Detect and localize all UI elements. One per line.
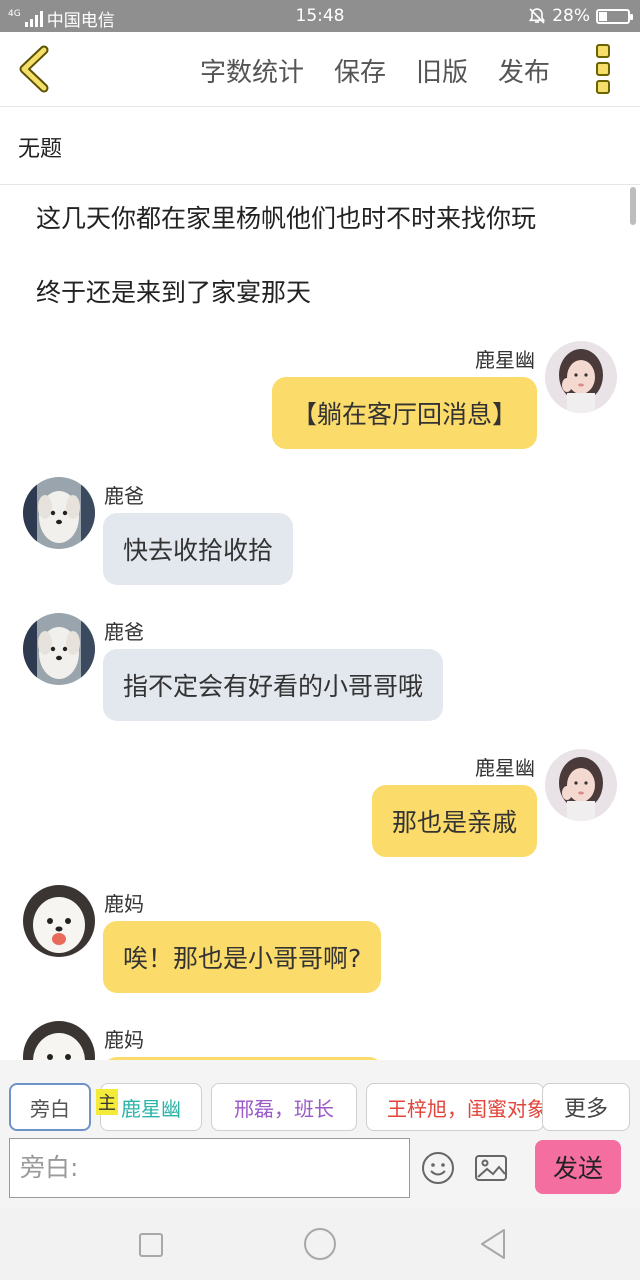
avatar-girl[interactable] — [545, 341, 617, 413]
bell-muted-icon — [529, 8, 546, 24]
avatar-dog-mother[interactable] — [23, 885, 95, 957]
story-title: 无题 — [18, 137, 63, 162]
status-bar: 4G 中国电信 15:48 28% — [0, 0, 640, 32]
avatar-dog-father[interactable] — [23, 477, 95, 549]
message-bubble[interactable]: 指不定会有好看的小哥哥哦 — [103, 649, 444, 721]
circle-icon[interactable] — [303, 1227, 337, 1265]
speaker-name: 鹿星幽 — [475, 348, 535, 372]
text-input[interactable]: 旁白: — [9, 1138, 410, 1198]
square-icon[interactable] — [138, 1232, 164, 1262]
save-button[interactable]: 保存 — [334, 52, 386, 89]
top-toolbar: 字数统计 保存 旧版 发布 — [0, 32, 640, 107]
role-chip-narrator[interactable]: 旁白 — [9, 1083, 91, 1131]
publish-button[interactable]: 发布 — [498, 52, 550, 89]
message-bubble[interactable]: 【躺在客厅回消息】 — [271, 377, 537, 449]
speaker-name: 鹿星幽 — [475, 756, 535, 780]
more-roles-button[interactable]: 更多 — [542, 1083, 630, 1131]
vertical-dots-icon[interactable] — [596, 44, 612, 94]
main-role-badge: 主 — [96, 1089, 118, 1115]
battery-percent: 28% — [552, 6, 590, 26]
story-title-bar[interactable]: 无题 — [0, 107, 640, 185]
image-icon[interactable] — [473, 1150, 509, 1186]
avatar-dog-mother[interactable] — [23, 1021, 95, 1060]
message-bubble[interactable]: 唉！那也是小哥哥啊? — [103, 921, 382, 993]
scrollbar-thumb[interactable] — [630, 187, 636, 225]
word-count-button[interactable]: 字数统计 — [200, 52, 304, 89]
status-right: 28% — [528, 6, 633, 26]
speaker-name: 鹿爸 — [104, 620, 144, 644]
old-version-button[interactable]: 旧版 — [416, 52, 468, 89]
message-bubble[interactable]: 快去收拾收拾 — [103, 513, 294, 585]
speaker-name: 鹿妈 — [104, 892, 144, 916]
send-button[interactable]: 发送 — [535, 1140, 621, 1194]
toolbar-actions: 字数统计 保存 旧版 发布 — [200, 52, 550, 89]
avatar-girl[interactable] — [545, 749, 617, 821]
avatar-dog-father[interactable] — [23, 613, 95, 685]
editor-panel: 旁白 鹿星幽 主 邢磊，班长 王梓旭，闺蜜对象 更多 旁白: 发送 — [0, 1060, 640, 1208]
narration-line: 这几天你都在家里杨帆他们也时不时来找你玩 — [36, 204, 537, 233]
speaker-name: 鹿爸 — [104, 484, 144, 508]
role-chip-3[interactable]: 王梓旭，闺蜜对象 — [366, 1083, 544, 1131]
message-bubble[interactable]: 那也是亲戚 — [371, 785, 537, 857]
story-content[interactable]: 这几天你都在家里杨帆他们也时不时来找你玩 终于还是来到了家宴那天 鹿星幽 【躺在… — [0, 185, 640, 1060]
system-nav-bar — [0, 1208, 640, 1280]
battery-icon — [596, 8, 633, 24]
speaker-name: 鹿妈 — [104, 1028, 144, 1052]
triangle-back-icon[interactable] — [478, 1228, 508, 1264]
smiley-icon[interactable] — [420, 1150, 456, 1186]
narration-line: 终于还是来到了家宴那天 — [36, 278, 312, 307]
role-chip-2[interactable]: 邢磊，班长 — [211, 1083, 357, 1131]
chevron-left-icon[interactable] — [14, 44, 54, 94]
